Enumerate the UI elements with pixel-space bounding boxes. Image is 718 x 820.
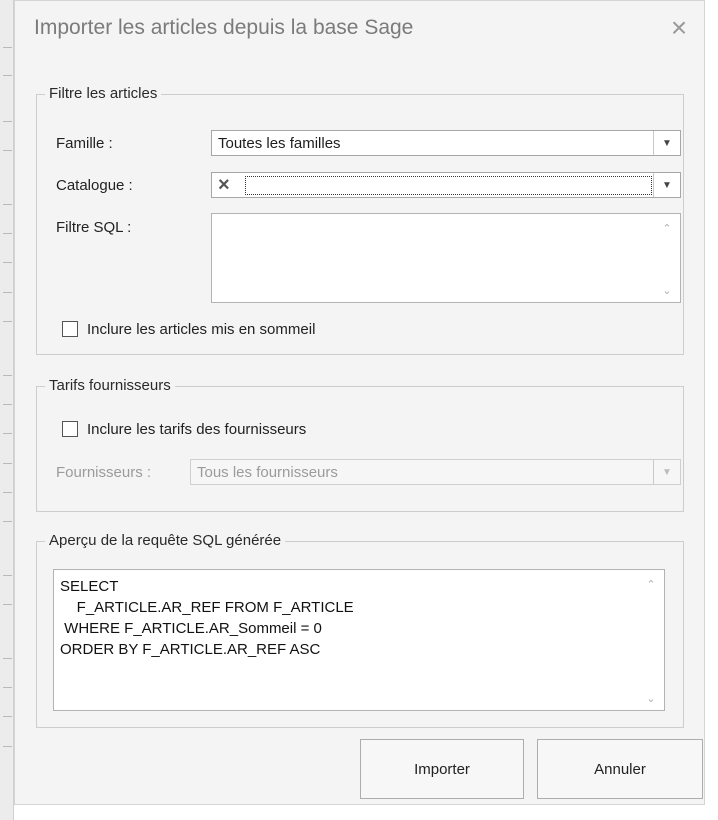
- strip-tick: [3, 47, 12, 48]
- chevron-down-icon: ▼: [653, 460, 680, 484]
- scroll-up-icon[interactable]: ⌃: [644, 578, 658, 591]
- supplier-prices-group-title: Tarifs fournisseurs: [45, 377, 175, 394]
- strip-tick: [3, 233, 12, 234]
- scroll-up-icon[interactable]: ⌃: [660, 222, 674, 235]
- famille-value: Toutes les familles: [218, 135, 341, 152]
- strip-tick: [3, 75, 12, 76]
- strip-tick: [3, 121, 12, 122]
- strip-tick: [3, 150, 12, 151]
- strip-tick: [3, 433, 12, 434]
- strip-tick: [3, 404, 12, 405]
- import-articles-dialog: Importer les articles depuis la base Sag…: [14, 0, 705, 805]
- background-window-strip: [0, 0, 14, 820]
- strip-tick: [3, 262, 12, 263]
- famille-label: Famille :: [56, 135, 113, 152]
- sql-preview-group: Aperçu de la requête SQL générée SELECT …: [36, 532, 684, 728]
- strip-tick: [3, 521, 12, 522]
- strip-tick: [3, 604, 12, 605]
- suppliers-select: Tous les fournisseurs ▼: [190, 459, 681, 485]
- include-sleeping-label[interactable]: Inclure les articles mis en sommeil: [87, 321, 315, 338]
- sql-filter-input[interactable]: ⌃ ⌄: [211, 213, 681, 303]
- supplier-prices-group: Tarifs fournisseurs Inclure les tarifs d…: [36, 377, 684, 512]
- sql-preview-text: SELECT F_ARTICLE.AR_REF FROM F_ARTICLE W…: [60, 578, 354, 658]
- include-supplier-prices-checkbox[interactable]: [62, 421, 78, 437]
- strip-tick: [3, 292, 12, 293]
- sql-filter-label: Filtre SQL :: [56, 219, 132, 236]
- strip-tick: [3, 492, 12, 493]
- include-supplier-prices-label[interactable]: Inclure les tarifs des fournisseurs: [87, 421, 306, 438]
- strip-tick: [3, 204, 12, 205]
- chevron-down-icon[interactable]: ▼: [653, 131, 680, 155]
- dialog-title: Importer les articles depuis la base Sag…: [34, 16, 414, 39]
- cancel-button[interactable]: Annuler: [537, 739, 703, 799]
- scroll-down-icon[interactable]: ⌄: [660, 284, 674, 297]
- strip-tick: [3, 321, 12, 322]
- close-icon[interactable]: ×: [664, 13, 694, 43]
- famille-select[interactable]: Toutes les familles ▼: [211, 130, 681, 156]
- article-filter-group-title: Filtre les articles: [45, 85, 162, 102]
- strip-tick: [3, 575, 12, 576]
- strip-tick: [3, 463, 12, 464]
- strip-tick: [3, 716, 12, 717]
- strip-tick: [3, 746, 12, 747]
- strip-tick: [3, 375, 12, 376]
- suppliers-value: Tous les fournisseurs: [197, 464, 338, 481]
- scroll-down-icon[interactable]: ⌄: [644, 692, 658, 705]
- title-bar: Importer les articles depuis la base Sag…: [15, 1, 704, 63]
- catalogue-input-focus[interactable]: [245, 176, 652, 195]
- clear-icon[interactable]: ×: [218, 174, 230, 197]
- catalogue-select[interactable]: × ▼: [211, 172, 681, 198]
- catalogue-label: Catalogue :: [56, 177, 133, 194]
- sql-preview-box[interactable]: SELECT F_ARTICLE.AR_REF FROM F_ARTICLE W…: [53, 569, 665, 711]
- strip-tick: [3, 658, 12, 659]
- include-sleeping-checkbox[interactable]: [62, 321, 78, 337]
- strip-tick: [3, 687, 12, 688]
- suppliers-label: Fournisseurs :: [56, 464, 152, 481]
- import-button[interactable]: Importer: [360, 739, 524, 799]
- sql-preview-group-title: Aperçu de la requête SQL générée: [45, 532, 286, 549]
- chevron-down-icon[interactable]: ▼: [653, 173, 680, 197]
- article-filter-group: Filtre les articles Famille : Toutes les…: [36, 85, 684, 355]
